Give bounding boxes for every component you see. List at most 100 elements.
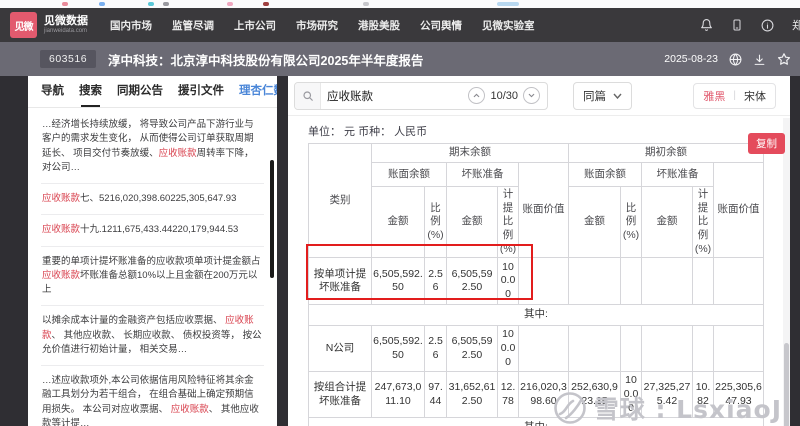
group-label-cell: 其中:: [308, 304, 764, 327]
value-cell: 216,020,398.60: [518, 371, 569, 419]
favicon-dot: [263, 2, 269, 6]
prev-match-button[interactable]: [468, 87, 486, 104]
sidebar-tabs: 导航搜索同期公告援引文件理杏仁数据: [28, 76, 277, 108]
header-book-balance: 账面余额: [371, 162, 447, 187]
value-cell: 6,505,592.50: [446, 257, 498, 306]
copy-button[interactable]: 复制: [748, 133, 785, 154]
logo[interactable]: 见微 见微数据 jianweidata.com: [10, 12, 88, 38]
title-bar: 603516 淳中科技：北京淳中科技股份有限公司2025年半年度报告 2025-…: [0, 42, 800, 76]
header-provision-ratio: 计提比例(%): [692, 185, 714, 259]
table-row: 其中:: [308, 417, 764, 426]
tab-搜索[interactable]: 搜索: [79, 76, 102, 107]
user-name[interactable]: 郑: [792, 17, 800, 33]
tab-导航[interactable]: 导航: [41, 76, 64, 107]
value-cell: 6,505,592.50: [446, 325, 498, 373]
search-result-item[interactable]: 重要的单项计提坏账准备的应收款项单项计提金额占应收账款坏账准备总额10%以上且金…: [41, 247, 264, 307]
header-amount: 金额: [568, 185, 621, 259]
search-result-item[interactable]: …经济增长持续放缓， 将导致公司产品下游行业与客户的需求发生变化， 从而使得公司…: [41, 110, 264, 184]
search-result-item[interactable]: …述应收款项外,本公司依据信用风险特征将其余金融工具划分为若干组合， 在组合基础…: [41, 366, 264, 426]
header-category: 类别: [308, 142, 372, 259]
value-cell: [692, 325, 714, 373]
value-cell: 97.44: [424, 371, 447, 419]
mobile-icon[interactable]: [731, 18, 743, 32]
result-text: 十九.1211,675,433.44220,179,944.53: [80, 224, 239, 236]
star-icon[interactable]: [777, 52, 791, 66]
favicon-dot: [163, 2, 169, 6]
search-result-item[interactable]: 应收账款十九.1211,675,433.44220,179,944.53: [41, 215, 264, 247]
info-icon[interactable]: [761, 19, 774, 32]
value-cell: [641, 325, 693, 373]
value-cell: [518, 257, 569, 306]
nav-item-港股美股[interactable]: 港股美股: [358, 18, 400, 33]
nav-items: 国内市场 监管尽调 上市公司 市场研究 港股美股 公司舆情 见微实验室: [110, 18, 555, 33]
top-nav: 见微 见微数据 jianweidata.com 国内市场 监管尽调 上市公司 市场研究…: [0, 8, 800, 42]
value-cell: [568, 257, 621, 306]
table-row: 其中:: [308, 304, 764, 327]
nav-item-见微实验室[interactable]: 见微实验室: [482, 18, 535, 33]
keyword-highlight: 应收账款: [42, 193, 81, 204]
bell-icon[interactable]: [700, 18, 713, 32]
header-amount: 金额: [371, 185, 425, 259]
nav-item-市场研究[interactable]: 市场研究: [296, 18, 338, 33]
in-document-search: 10/30: [294, 81, 548, 110]
nav-right: 郑: [700, 17, 800, 33]
receivables-table: 类别 期末余额 期初余额 账面余额 坏账准备 账面价值 账面余额 坏账准备 账面…: [308, 142, 764, 426]
table-header: 类别 期末余额 期初余额 账面余额 坏账准备 账面价值 账面余额 坏账准备 账面…: [308, 142, 764, 259]
header-bad-debt: 坏账准备: [446, 162, 519, 187]
favicon-dot: [363, 2, 369, 6]
search-input[interactable]: [321, 89, 469, 102]
nav-item-上市公司[interactable]: 上市公司: [234, 18, 276, 33]
search-toolbar: 10/30 同篇 雅黑 | 宋体: [288, 76, 790, 116]
panel-divider: [277, 76, 288, 426]
value-cell: 10.82: [692, 371, 714, 419]
main-scrollbar-track[interactable]: [783, 118, 790, 426]
value-cell: 225,305,647.93: [713, 371, 764, 419]
group-label-cell: 其中:: [308, 417, 764, 426]
globe-icon[interactable]: [729, 53, 742, 66]
match-navigator: 10/30: [468, 87, 547, 104]
value-cell: 6,505,592.50: [371, 325, 425, 373]
value-cell: 27,325,275.42: [641, 371, 693, 419]
tab-理杏仁数据[interactable]: 理杏仁数据: [239, 76, 277, 107]
header-end-balance: 期末余额: [371, 143, 569, 163]
sidebar-scrollbar[interactable]: [270, 160, 274, 278]
result-text: 以摊余成本计量的金融资产包括应收票据、: [42, 315, 226, 327]
search-result-item[interactable]: 应收账款七、5216,020,398.60225,305,647.93: [41, 184, 264, 216]
header-amount: 金额: [446, 185, 498, 259]
tab-援引文件[interactable]: 援引文件: [178, 76, 224, 107]
favicon-dot: [62, 2, 68, 6]
stock-code-badge: 603516: [40, 50, 97, 68]
value-cell: 6,505,592.50: [371, 257, 425, 306]
font-toggle: 雅黑 | 宋体: [693, 82, 776, 109]
nav-item-公司舆情[interactable]: 公司舆情: [420, 18, 462, 33]
download-icon[interactable]: [753, 53, 766, 66]
keyword-highlight: 应收账款: [42, 269, 81, 281]
value-cell: [713, 257, 764, 306]
table-body: 按单项计提坏账准备 6,505,592.50 2.56 6,505,592.50 100…: [308, 257, 764, 426]
next-match-button[interactable]: [523, 87, 540, 104]
unit-currency-line: 单位： 元 币种： 人民币: [308, 126, 428, 138]
search-results: …经济增长持续放缓， 将导致公司产品下游行业与客户的需求发生变化， 从而使得公司…: [28, 108, 277, 426]
header-book-balance: 账面余额: [568, 162, 642, 187]
logo-title: 见微数据: [44, 15, 88, 28]
favicon-dot: [99, 2, 105, 6]
search-result-item[interactable]: 以摊余成本计量的金融资产包括应收票据、 应收账款、 其他应收款、 长期应收款、 …: [41, 306, 264, 366]
keyword-highlight: 应收账款: [42, 224, 81, 236]
nav-item-国内市场[interactable]: 国内市场: [110, 18, 152, 33]
nav-item-监管尽调[interactable]: 监管尽调: [172, 18, 214, 33]
search-icon: [295, 82, 321, 109]
category-cell: N公司: [308, 325, 372, 373]
browser-strip: [0, 0, 800, 8]
tab-同期公告[interactable]: 同期公告: [117, 76, 163, 107]
value-cell: 247,673,011.10: [371, 371, 425, 419]
favicon-dot: [497, 2, 519, 6]
scope-dropdown[interactable]: 同篇: [573, 81, 632, 110]
font-option-yahei[interactable]: 雅黑: [703, 88, 725, 104]
font-option-songti[interactable]: 宋体: [744, 88, 766, 104]
value-cell: 100.00: [497, 257, 519, 306]
match-counter: 10/30: [490, 89, 518, 102]
result-text: 、 其他应收款、 长期应收款、 债权投资等， 按公允价值进行初始计量， 相关交易…: [42, 329, 262, 355]
main-scrollbar-thumb[interactable]: [784, 343, 789, 426]
header-bad-debt: 坏账准备: [641, 162, 714, 187]
category-cell: 按组合计提坏账准备: [308, 371, 372, 419]
